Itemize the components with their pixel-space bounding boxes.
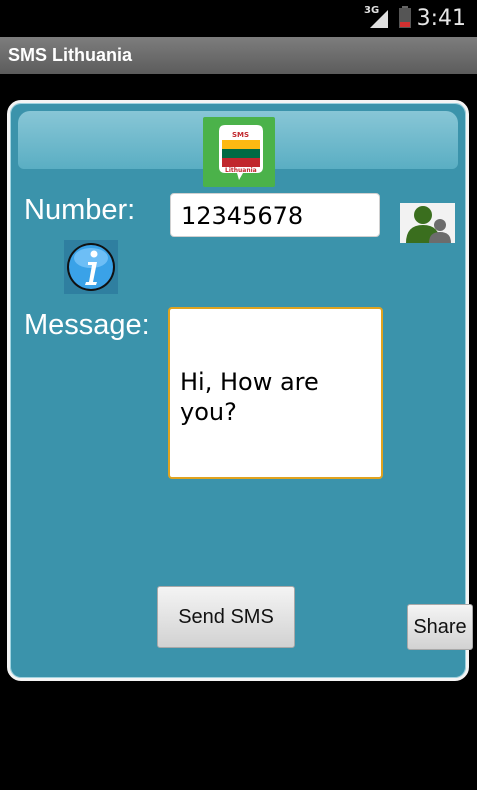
- contacts-button[interactable]: [400, 203, 455, 243]
- number-label: Number:: [24, 194, 136, 226]
- message-label: Message:: [24, 309, 150, 341]
- clock: 3:41: [416, 6, 466, 31]
- app-logo: SMS Lithuania: [203, 117, 275, 187]
- info-button[interactable]: [64, 240, 118, 294]
- lithuania-flag-icon: [219, 125, 263, 180]
- share-button[interactable]: Share: [407, 604, 473, 650]
- app-title: SMS Lithuania: [8, 45, 133, 65]
- action-bar: SMS Lithuania: [0, 37, 477, 74]
- info-icon: [64, 240, 118, 294]
- logo-text-country: Lithuania: [225, 167, 257, 174]
- status-bar: 3G 3:41: [0, 0, 477, 37]
- send-sms-button[interactable]: Send SMS: [157, 586, 295, 648]
- message-input[interactable]: Hi, How are you?: [168, 307, 383, 479]
- number-input[interactable]: 12345678: [170, 193, 380, 237]
- signal-icon: [370, 10, 388, 28]
- contacts-icon: [406, 206, 451, 243]
- logo-text-sms: SMS: [232, 131, 250, 139]
- battery-icon: [399, 6, 411, 28]
